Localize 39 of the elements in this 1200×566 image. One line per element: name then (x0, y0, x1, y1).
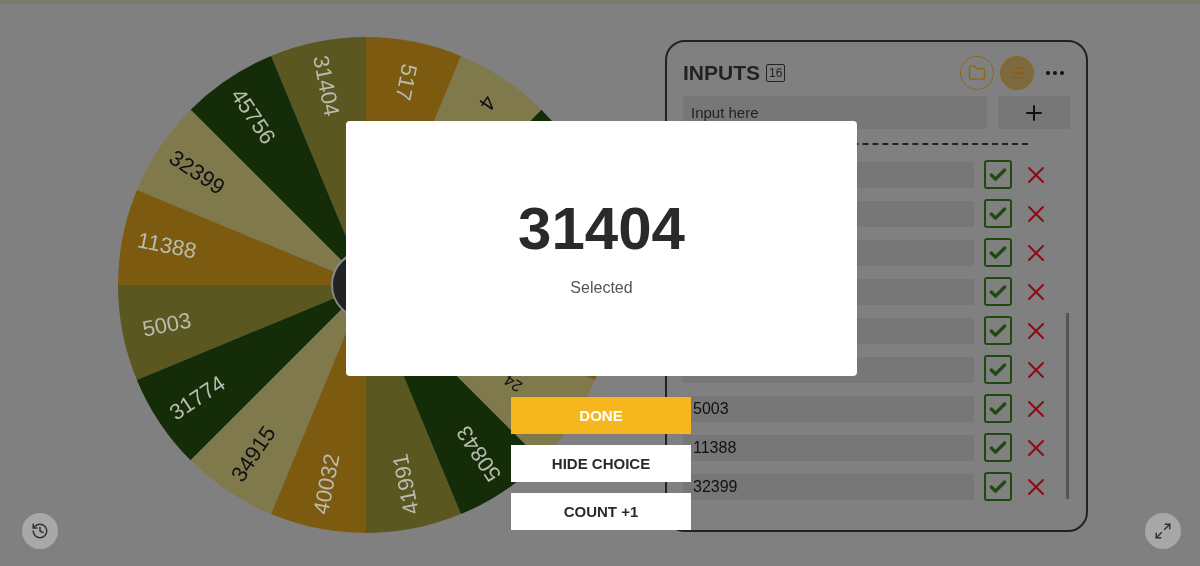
entry-row[interactable]: 11388 (683, 434, 974, 461)
dialog-button[interactable]: COUNT +1 (511, 493, 691, 530)
entry-checkbox[interactable] (983, 277, 1012, 306)
entry-checkbox[interactable] (983, 160, 1012, 189)
add-button[interactable] (998, 96, 1070, 129)
entry-row[interactable]: 5003 (683, 395, 974, 422)
list-button[interactable] (1000, 56, 1034, 90)
folder-icon (968, 64, 986, 82)
segment-label: 40032 (308, 451, 345, 517)
entry-text: 5003 (693, 399, 729, 418)
entry-text: 11388 (693, 438, 737, 457)
segment-label: 4 (473, 90, 502, 116)
segment-label: 41991 (387, 451, 424, 517)
panel-title: INPUTS (683, 61, 760, 85)
entry-checkbox[interactable] (983, 316, 1012, 345)
segment-label: 11388 (135, 227, 199, 264)
selected-value: 31404 (518, 199, 685, 259)
scrollbar[interactable] (1066, 313, 1069, 499)
segment-label: 31404 (308, 53, 345, 119)
fullscreen-icon (1154, 522, 1172, 540)
entry-checkbox[interactable] (983, 199, 1012, 228)
dialog-button[interactable]: HIDE CHOICE (511, 445, 691, 482)
history-icon (31, 522, 49, 540)
entry-checkbox[interactable] (983, 433, 1012, 462)
entry-text: 32399 (693, 477, 738, 496)
entry-checkbox[interactable] (983, 238, 1012, 267)
fullscreen-button[interactable] (1145, 513, 1181, 549)
entry-checkbox[interactable] (983, 355, 1012, 384)
history-button[interactable] (22, 513, 58, 549)
entry-checkbox[interactable] (983, 394, 1012, 423)
entry-checkbox[interactable] (983, 472, 1012, 501)
segment-label: 5003 (140, 307, 194, 342)
list-icon (1009, 65, 1025, 81)
more-icon (1046, 71, 1064, 75)
entry-row[interactable]: 32399 (683, 473, 974, 500)
segment-label: 24 (500, 371, 526, 396)
selected-caption: Selected (570, 279, 633, 297)
count-badge: 16 (766, 64, 786, 82)
segment-label: 517 (390, 61, 423, 103)
